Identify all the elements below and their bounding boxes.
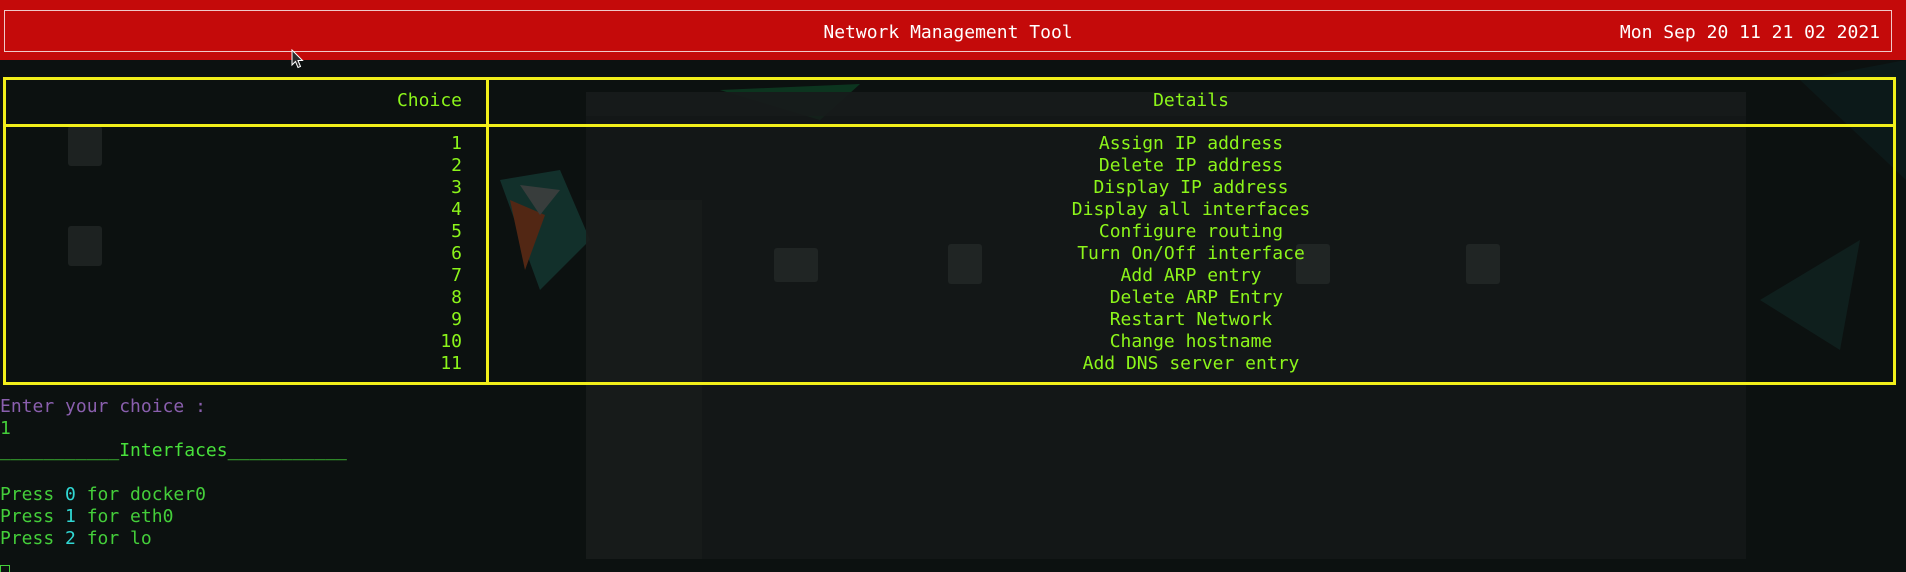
- menu-choice-number: 5: [451, 221, 462, 242]
- menu-row: 1 Assign IP address: [6, 133, 1893, 155]
- menu-choice-number: 3: [451, 177, 462, 198]
- interface-option-key: 2: [65, 528, 76, 549]
- menu-choice-detail: Change hostname: [1109, 331, 1273, 352]
- menu-row: 8 Delete ARP Entry: [6, 287, 1893, 309]
- menu-table: Choice Details 1 Assign IP address 2 Del…: [3, 77, 1896, 385]
- menu-row: 3 Display IP address: [6, 177, 1893, 199]
- interfaces-section-title: ___________Interfaces___________: [0, 440, 347, 461]
- menu-choice-detail: Display all interfaces: [1071, 199, 1311, 220]
- menu-row: 2 Delete IP address: [6, 155, 1893, 177]
- terminal-window[interactable]: Network Management Tool Mon Sep 20 11 21…: [0, 0, 1906, 572]
- interface-option-key: 1: [65, 506, 76, 527]
- interface-option-name: for eth0: [75, 506, 174, 527]
- interface-option-prefix: Press: [0, 484, 66, 505]
- menu-choice-detail: Display IP address: [1093, 177, 1289, 198]
- menu-choice-number: 7: [451, 265, 462, 286]
- menu-choice-detail: Delete ARP Entry: [1098, 287, 1284, 308]
- interface-option-name: for lo: [75, 528, 152, 549]
- mouse-pointer-icon: [291, 48, 304, 74]
- menu-row: 10 Change hostname: [6, 331, 1893, 353]
- menu-choice-number: 1: [451, 133, 462, 154]
- menu-choice-detail: Configure routing: [1098, 221, 1284, 242]
- interface-option-prefix: Press: [0, 528, 66, 549]
- menu-choice-number: 2: [451, 155, 462, 176]
- menu-choice-detail: Restart Network: [1109, 309, 1273, 330]
- menu-choice-detail: Assign IP address: [1098, 133, 1284, 154]
- menu-row: 11 Add DNS server entry: [6, 353, 1893, 375]
- console-output: Enter your choice : 1 ___________Interfa…: [0, 396, 347, 572]
- app-title-bar: Network Management Tool Mon Sep 20 11 21…: [0, 0, 1906, 60]
- menu-choice-detail: Turn On/Off interface: [1077, 243, 1305, 264]
- menu-choice-detail: Delete IP address: [1098, 155, 1284, 176]
- interface-option: Press 1 for eth0: [0, 506, 347, 528]
- interface-option-key: 0: [65, 484, 76, 505]
- app-title: Network Management Tool: [823, 22, 1073, 43]
- menu-choice-detail: Add DNS server entry: [1082, 353, 1300, 374]
- menu-table-header: Choice Details: [6, 80, 1893, 127]
- column-header-details: Details: [1153, 90, 1229, 111]
- menu-choice-number: 11: [440, 353, 462, 374]
- menu-choice-number: 6: [451, 243, 462, 264]
- menu-choice-number: 9: [451, 309, 462, 330]
- menu-row: 9 Restart Network: [6, 309, 1893, 331]
- menu-choice-number: 8: [451, 287, 462, 308]
- menu-row: 4 Display all interfaces: [6, 199, 1893, 221]
- menu-choice-detail: Add ARP entry: [1120, 265, 1262, 286]
- interface-option: Press 0 for docker0: [0, 484, 347, 506]
- input-line[interactable]: [0, 550, 347, 572]
- datetime-display: Mon Sep 20 11 21 02 2021: [1619, 22, 1880, 43]
- menu-choice-number: 10: [440, 331, 462, 352]
- column-header-choice: Choice: [396, 90, 462, 111]
- interface-option: Press 2 for lo: [0, 528, 347, 550]
- choice-input[interactable]: 1: [0, 418, 347, 440]
- menu-row: 7 Add ARP entry: [6, 265, 1893, 287]
- menu-row: 5 Configure routing: [6, 221, 1893, 243]
- interface-option-prefix: Press: [0, 506, 66, 527]
- interface-option-name: for docker0: [75, 484, 206, 505]
- menu-rows: 1 Assign IP address 2 Delete IP address …: [6, 133, 1893, 375]
- menu-row: 6 Turn On/Off interface: [6, 243, 1893, 265]
- terminal-cursor: [0, 565, 10, 572]
- menu-choice-number: 4: [451, 199, 462, 220]
- choice-prompt: Enter your choice :: [0, 396, 206, 417]
